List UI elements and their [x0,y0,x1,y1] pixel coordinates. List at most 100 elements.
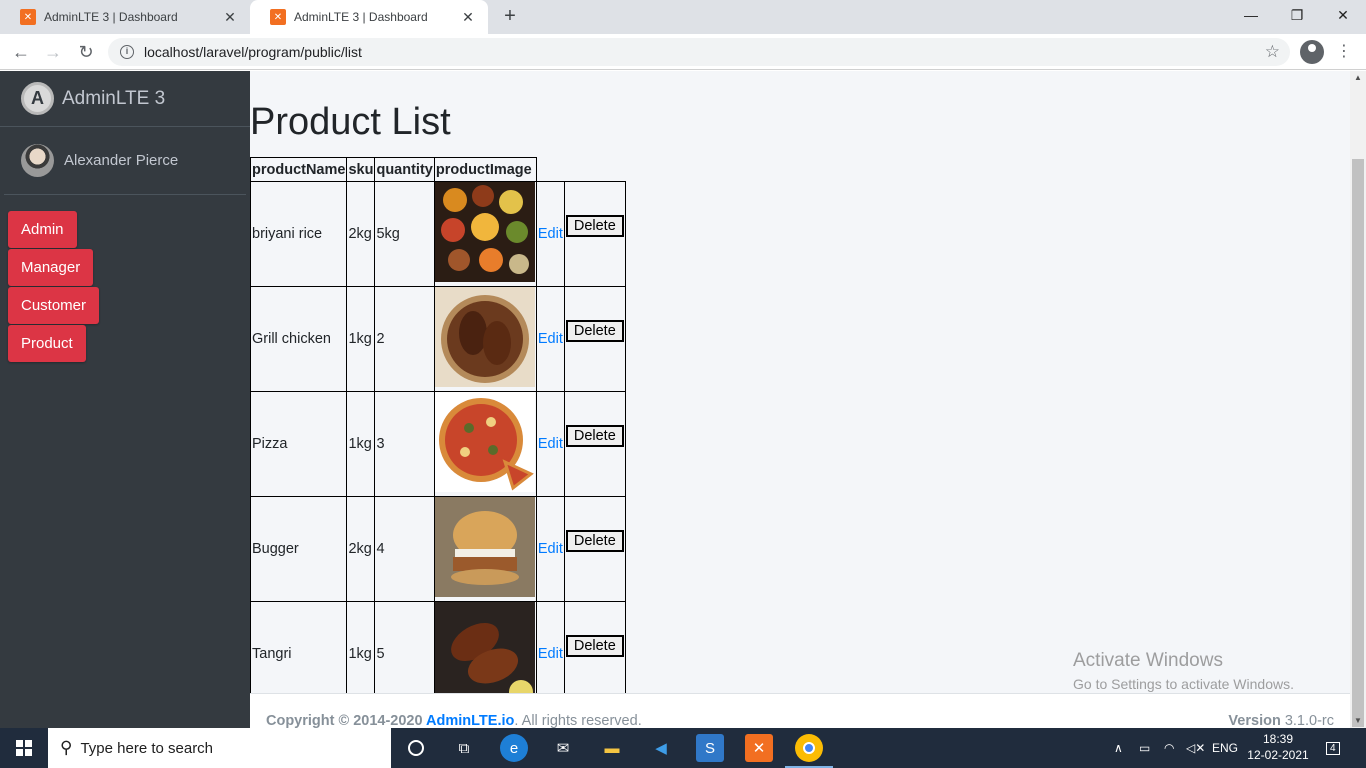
table-row: Bugger 2kg 4 Edit Delete [250,496,626,602]
product-name-cell: Grill chicken [250,286,348,392]
notification-count: 4 [1326,741,1340,755]
close-window-button[interactable]: ✕ [1320,0,1366,30]
xampp-icon[interactable]: ✕ [745,734,773,762]
url-text: localhost/laravel/program/public/list [144,44,362,60]
user-name[interactable]: Alexander Pierce [64,152,178,169]
column-header: productImage [433,157,537,182]
edit-link[interactable]: Edit [538,436,563,452]
close-tab-icon[interactable]: ✕ [460,9,476,26]
delete-button[interactable]: Delete [565,320,624,342]
brand-link[interactable]: A AdminLTE 3 [0,71,250,127]
forward-arrow-icon[interactable]: → [41,40,65,64]
product-image-cell [433,181,537,287]
close-tab-icon[interactable]: ✕ [222,9,238,26]
version-info: Version 3.1.0-rc [1228,713,1334,729]
sidebar-item-admin[interactable]: Admin [8,211,77,248]
sidebar-item-product[interactable]: Product [8,325,86,362]
edge-icon[interactable]: e [500,734,528,762]
version-label: Version [1228,713,1281,729]
notification-icon[interactable]: 4 [1326,728,1340,768]
copyright-suffix: . All rights reserved. [514,713,642,729]
product-name-cell: Bugger [250,496,348,602]
column-header: quantity [374,157,435,182]
product-name-cell: Tangri [250,601,348,693]
column-header: productName [250,157,348,182]
sku-cell: 2kg [346,496,376,602]
xampp-favicon-icon: ✕ [20,9,36,25]
product-image-cell [433,496,537,602]
scroll-up-icon[interactable]: ▲ [1350,71,1366,85]
chrome-icon[interactable] [795,734,823,762]
browser-tab-1[interactable]: ✕ AdminLTE 3 | Dashboard ✕ [0,0,250,34]
start-button[interactable] [0,728,48,768]
menu-kebab-icon[interactable]: ⋮ [1336,40,1352,64]
task-view-icon[interactable]: ⧉ [450,734,478,762]
sidebar: A AdminLTE 3 Alexander Pierce Admin Mana… [0,71,250,728]
delete-cell: Delete [563,181,626,287]
column-header: sku [346,157,376,182]
restore-button[interactable]: ❐ [1274,0,1320,30]
mail-icon[interactable]: ✉ [549,734,577,762]
quantity-cell: 4 [374,496,435,602]
tray-chevron-icon[interactable]: ∧ [1114,728,1123,768]
taskbar-clock[interactable]: 18:39 12-02-2021 [1244,731,1312,763]
app-s-icon[interactable]: S [696,734,724,762]
delete-button[interactable]: Delete [565,215,624,237]
reload-icon[interactable]: ↻ [74,40,98,64]
pizza-photo [434,392,535,492]
volume-muted-icon[interactable]: ◁✕ [1186,728,1205,768]
edit-link[interactable]: Edit [538,646,563,662]
delete-cell: Delete [563,286,626,392]
product-name-cell: Pizza [250,391,348,497]
page-scrollbar[interactable]: ▲ ▼ [1350,71,1366,728]
search-placeholder: Type here to search [80,739,214,757]
edit-link[interactable]: Edit [538,541,563,557]
edit-link[interactable]: Edit [538,331,563,347]
scrollbar-thumb[interactable] [1352,159,1364,727]
product-image-cell [433,286,537,392]
browser-tab-2-active[interactable]: ✕ AdminLTE 3 | Dashboard ✕ [250,0,488,34]
battery-icon[interactable]: ▭ [1139,728,1150,768]
address-bar[interactable]: i localhost/laravel/program/public/list … [108,38,1290,66]
xampp-favicon-icon: ✕ [270,9,286,25]
search-icon: ⚲ [60,738,73,757]
back-arrow-icon[interactable]: ← [9,40,33,64]
sidebar-item-manager[interactable]: Manager [8,249,94,286]
edit-link[interactable]: Edit [538,226,563,242]
cortana-icon[interactable] [402,734,430,762]
edit-cell: Edit [535,601,565,693]
product-image-cell [433,391,537,497]
edit-cell: Edit [535,391,565,497]
profile-avatar-icon[interactable] [1300,40,1324,64]
delete-button[interactable]: Delete [565,530,624,552]
taskbar-search[interactable]: ⚲ Type here to search [48,728,391,768]
quantity-cell: 3 [374,391,435,497]
sku-cell: 1kg [346,286,376,392]
tab-title: AdminLTE 3 | Dashboard [44,10,178,24]
user-panel[interactable]: Alexander Pierce [4,127,246,195]
watermark-subtitle: Go to Settings to activate Windows. [1073,676,1294,692]
minimize-button[interactable]: — [1228,0,1274,30]
new-tab-button[interactable]: + [498,5,522,29]
windows-taskbar: ⚲ Type here to search ⧉ e ✉ ▬ ◀ S ✕ ∧ ▭ … [0,728,1366,768]
product-table: productName sku quantity productImage br… [250,157,626,693]
product-image-cell [433,601,537,693]
language-indicator[interactable]: ENG [1212,728,1238,768]
clock-date: 12-02-2021 [1247,748,1309,762]
edit-cell: Edit [535,286,565,392]
sku-cell: 1kg [346,391,376,497]
info-icon[interactable]: i [120,45,134,59]
delete-button[interactable]: Delete [565,635,624,657]
main-content: Product List productName sku quantity pr… [250,71,1350,693]
brand-text: AdminLTE 3 [62,87,166,109]
bookmark-star-icon[interactable]: ☆ [1265,42,1280,62]
delete-button[interactable]: Delete [565,425,624,447]
adminlte-logo-icon: A [21,82,54,115]
file-explorer-icon[interactable]: ▬ [598,734,626,762]
sidebar-item-customer[interactable]: Customer [8,287,100,324]
adminlte-link[interactable]: AdminLTE.io [426,713,514,729]
scroll-down-icon[interactable]: ▼ [1350,714,1366,728]
wifi-icon[interactable]: ◠ [1164,728,1174,768]
vscode-icon[interactable]: ◀ [647,734,675,762]
copyright: Copyright © 2014-2020 AdminLTE.io. All r… [266,713,642,729]
